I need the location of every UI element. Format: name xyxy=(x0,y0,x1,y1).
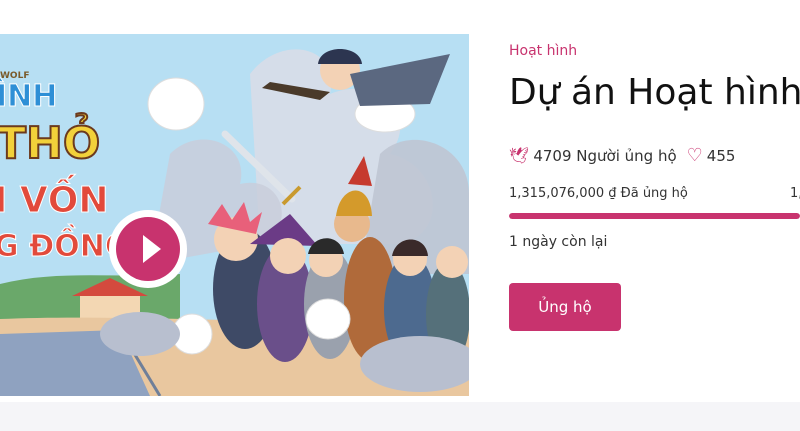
dove-icon: 🕊 xyxy=(509,146,530,165)
cartoon-illustration: ÌNH THỎ I VỐN G ĐỒNG WOLF xyxy=(0,34,469,396)
time-remaining: 1 ngày còn lại xyxy=(509,234,608,250)
raised-amount: 1,315,076,000 ₫ Đã ủng hộ xyxy=(509,186,688,201)
project-cover-image[interactable]: ÌNH THỎ I VỐN G ĐỒNG WOLF xyxy=(0,34,469,396)
project-stats: 🕊 4709 Người ủng hộ ♡ 455 xyxy=(509,145,735,166)
banner-line-2: THỎ xyxy=(0,112,100,169)
heart-icon[interactable]: ♡ xyxy=(687,145,703,166)
raised-secondary: 1,2 xyxy=(790,186,800,201)
project-card: ÌNH THỎ I VỐN G ĐỒNG WOLF Hoạt hình Dự á… xyxy=(0,0,800,402)
likes-count: 455 xyxy=(706,146,736,165)
banner-line-1: ÌNH xyxy=(0,78,57,114)
funding-progress-bar xyxy=(509,213,800,219)
funding-progress-fill xyxy=(509,213,800,219)
supporters-label: Người ủng hộ xyxy=(576,146,677,165)
supporters-count: 4709 xyxy=(533,146,572,165)
support-button[interactable]: Ủng hộ xyxy=(509,283,621,331)
project-title: Dự án Hoạt hình xyxy=(509,72,800,113)
banner-line-3: I VỐN xyxy=(0,174,109,221)
play-icon[interactable] xyxy=(109,210,187,288)
project-info: Hoạt hình Dự án Hoạt hình 🕊 4709 Người ủ… xyxy=(509,0,800,402)
project-category-link[interactable]: Hoạt hình xyxy=(509,43,577,59)
logo-text: WOLF xyxy=(0,71,29,81)
